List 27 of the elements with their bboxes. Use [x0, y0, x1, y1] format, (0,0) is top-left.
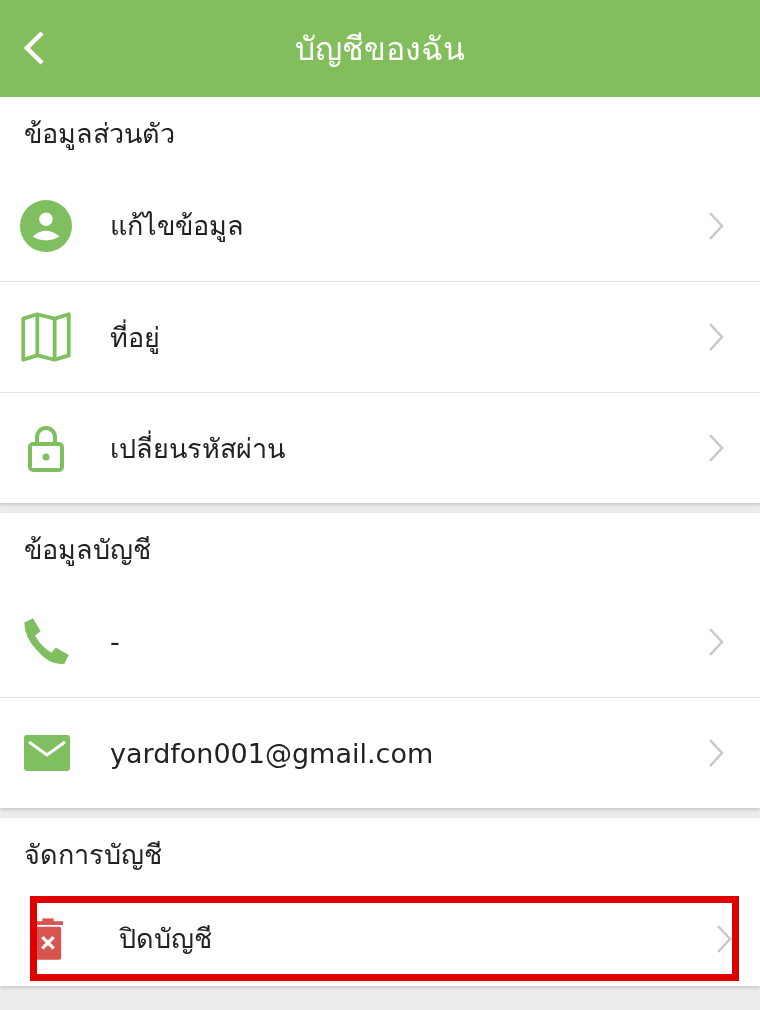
item-label: yardfon001@gmail.com [110, 737, 435, 769]
item-label: - [110, 626, 121, 657]
person-icon [20, 199, 72, 252]
chevron-icon [708, 626, 724, 657]
item-label: แก้ไขข้อมูล [110, 209, 245, 244]
section-title: จัดการบัญชี [23, 838, 163, 872]
lock-icon [28, 424, 64, 472]
menu-item[interactable]: เปลี่ยนรหัสผ่าน [0, 392, 760, 503]
mail-icon [24, 735, 70, 771]
menu-item[interactable]: - [0, 586, 760, 697]
menu-item[interactable]: แก้ไขข้อมูล [0, 170, 760, 281]
menu-item[interactable]: ปิดบัญชี [25, 891, 744, 986]
section-title: ข้อมูลส่วนตัว [23, 117, 176, 152]
page-title: บัญชีของฉัน [295, 29, 465, 70]
map-icon [20, 311, 72, 363]
chevron-icon [708, 738, 724, 768]
item-label: ปิดบัญชี [119, 922, 213, 956]
chevron-icon [708, 322, 724, 352]
item-label: ที่อยู่ [110, 318, 161, 356]
section-title: ข้อมูลบัญชี [23, 533, 152, 568]
item-label: เปลี่ยนรหัสผ่าน [110, 429, 286, 466]
chevron-icon [708, 210, 724, 241]
chevron-icon [716, 923, 732, 954]
chevron-icon [708, 433, 724, 463]
back-icon[interactable] [22, 30, 46, 66]
menu-item[interactable]: yardfon001@gmail.com [0, 697, 760, 808]
menu-item[interactable]: ที่อยู่ [0, 281, 760, 392]
